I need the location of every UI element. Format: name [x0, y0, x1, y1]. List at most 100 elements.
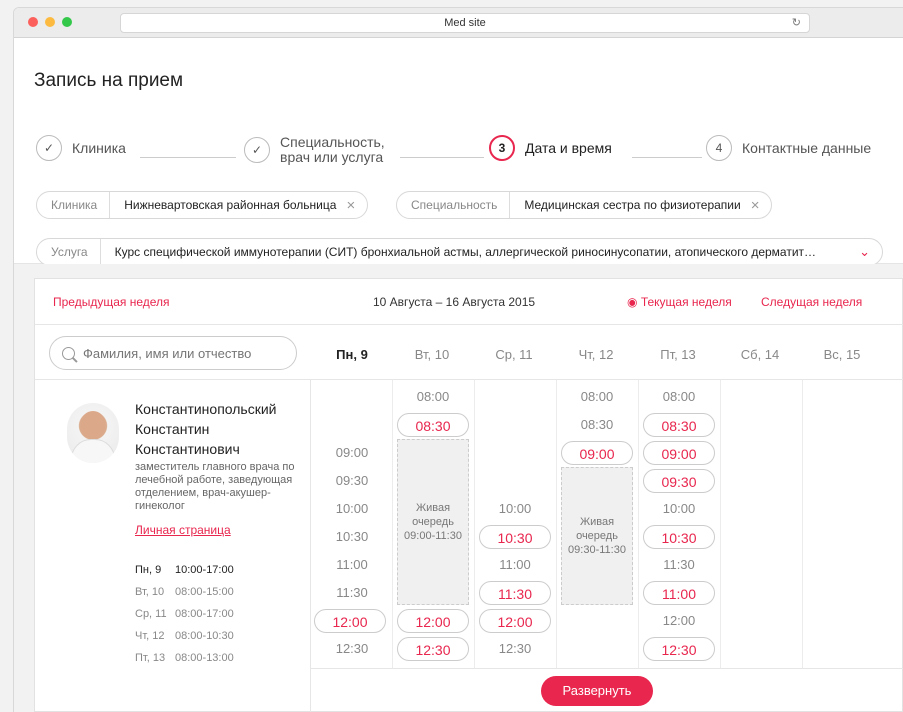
search-icon [62, 346, 75, 360]
step-datetime[interactable]: 3 Дата и время [489, 135, 612, 161]
step-label: Клиника [72, 139, 126, 156]
time-slot-button[interactable]: 09:30 [643, 469, 715, 493]
schedule-row: Пн, 9 10:00-17:00 [135, 559, 234, 581]
schedule-day: Пт, 13 [135, 652, 166, 664]
filter-chip-value: Курс специфической иммунотерапии (СИТ) б… [114, 245, 817, 259]
filter-chip-clinic[interactable]: Клиника Нижневартовская районная больниц… [36, 191, 369, 219]
filter-chip-key: Специальность [397, 192, 511, 218]
radio-dot-icon: ◉ [627, 295, 641, 309]
time-slot-button[interactable]: 12:00 [314, 609, 386, 633]
day-header: Сб, 14 [740, 347, 780, 362]
day-header: Ср, 11 [495, 347, 533, 362]
time-slot: 11:30 [663, 557, 695, 572]
time-slot-button[interactable]: 10:30 [479, 525, 551, 549]
day-header: Чт, 12 [578, 347, 614, 362]
address-bar[interactable]: Med site ↻ [120, 13, 810, 33]
time-slot-button[interactable]: 10:30 [643, 525, 715, 549]
filter-chip-key: Клиника [37, 192, 111, 218]
remove-filter-icon[interactable]: × [751, 197, 772, 214]
booking-header: Запись на прием ✓ Клиника ✓ Специальност… [14, 38, 903, 266]
check-icon: ✓ [36, 135, 62, 161]
zoom-window-button[interactable] [62, 17, 72, 27]
time-slot: 09:00 [335, 445, 369, 460]
browser-window: Med site ↻ Запись на прием ✓ Клиника ✓ С… [14, 8, 903, 712]
day-header: Вт, 10 [414, 347, 450, 362]
search-input[interactable] [83, 345, 273, 361]
current-week-label: Текущая неделя [640, 295, 732, 309]
schedule-card: Предыдущая неделя 10 Августа – 16 Август… [34, 278, 903, 712]
doctor-profile-link[interactable]: Личная страница [135, 523, 231, 537]
day-header: Вс, 15 [823, 347, 861, 362]
time-slot-button[interactable]: 12:00 [479, 609, 551, 633]
schedule-day: Вт, 10 [135, 586, 165, 598]
step-connector [632, 157, 702, 158]
time-slot: 11:00 [336, 557, 368, 572]
time-slot-button[interactable]: 09:00 [643, 441, 715, 465]
live-queue-time: 09:30-11:30 [568, 544, 626, 556]
schedule-row: Вт, 10 08:00-15:00 [135, 581, 234, 603]
divider [720, 380, 721, 668]
minimize-window-button[interactable] [45, 17, 55, 27]
time-slot: 08:00 [416, 389, 450, 404]
time-slot-button[interactable]: 12:30 [397, 637, 469, 661]
time-slot-button[interactable]: 08:30 [397, 413, 469, 437]
time-slot-button[interactable]: 09:00 [561, 441, 633, 465]
divider [35, 379, 903, 380]
step-contacts[interactable]: 4 Контактные данные [706, 135, 871, 161]
time-slot: 11:00 [499, 557, 531, 572]
live-queue-block: Живая очередь 09:00-11:30 [397, 439, 469, 605]
previous-week-link[interactable]: Предыдущая неделя [53, 295, 170, 309]
reload-icon[interactable]: ↻ [792, 14, 801, 32]
schedule-hours: 08:00-17:00 [175, 608, 234, 620]
divider [310, 668, 903, 669]
time-slot-button[interactable]: 08:30 [643, 413, 715, 437]
live-queue-block: Живая очередь 09:30-11:30 [561, 467, 633, 605]
schedule-hours: 10:00-17:00 [175, 564, 234, 576]
address-bar-text: Med site [444, 17, 486, 29]
time-slot: 08:00 [662, 389, 696, 404]
step-label: Контактные данные [742, 139, 872, 156]
time-slot-button[interactable]: 12:00 [397, 609, 469, 633]
time-slot-button[interactable]: 11:00 [643, 581, 715, 605]
time-slot-button[interactable]: 12:30 [643, 637, 715, 661]
title-bar: Med site ↻ [14, 8, 903, 38]
divider [802, 380, 803, 668]
schedule-day: Ср, 11 [135, 608, 167, 620]
step-connector [140, 157, 236, 158]
schedule-day: Пн, 9 [135, 564, 162, 576]
step-specialty[interactable]: ✓ Специальность, врач или услуга [244, 135, 385, 165]
divider [474, 380, 475, 668]
filter-chip-service[interactable]: Услуга Курс специфической иммунотерапии … [36, 238, 883, 266]
next-week-link[interactable]: Следущая неделя [761, 295, 862, 309]
day-header: Пт, 13 [660, 347, 696, 362]
day-header: Пн, 9 [336, 347, 368, 362]
time-slot-button[interactable]: 11:30 [479, 581, 551, 605]
time-slot: 10:00 [335, 501, 369, 516]
remove-filter-icon[interactable]: × [346, 197, 367, 214]
filter-chip-key: Услуга [37, 239, 101, 265]
schedule-day: Чт, 12 [135, 630, 165, 642]
doctor-role: заместитель главного врача по лечебной р… [135, 461, 295, 512]
divider [638, 380, 639, 668]
doctor-search[interactable] [49, 336, 297, 370]
current-week-link[interactable]: ◉ Текущая неделя [627, 295, 732, 309]
time-slot: 10:00 [662, 501, 696, 516]
divider [556, 380, 557, 668]
schedule-hours: 08:00-13:00 [175, 652, 234, 664]
time-slot: 08:00 [580, 389, 614, 404]
time-slot: 12:00 [662, 613, 696, 628]
expand-button[interactable]: Развернуть [541, 676, 653, 706]
filter-chip-specialty[interactable]: Специальность Медицинская сестра по физи… [396, 191, 773, 219]
step-label: Специальность, врач или услуга [280, 134, 385, 165]
time-slot: 10:00 [498, 501, 532, 516]
schedule-row: Пт, 13 08:00-13:00 [135, 647, 234, 669]
check-icon: ✓ [244, 137, 270, 163]
chevron-down-icon[interactable]: ⌄ [859, 244, 882, 260]
time-slot: 09:30 [335, 473, 369, 488]
filter-chip-value: Медицинская сестра по физиотерапии [524, 198, 741, 212]
step-clinic[interactable]: ✓ Клиника [36, 135, 126, 161]
close-window-button[interactable] [28, 17, 38, 27]
divider [392, 380, 393, 668]
step-label: Дата и время [525, 139, 612, 156]
time-slot: 11:30 [336, 585, 368, 600]
